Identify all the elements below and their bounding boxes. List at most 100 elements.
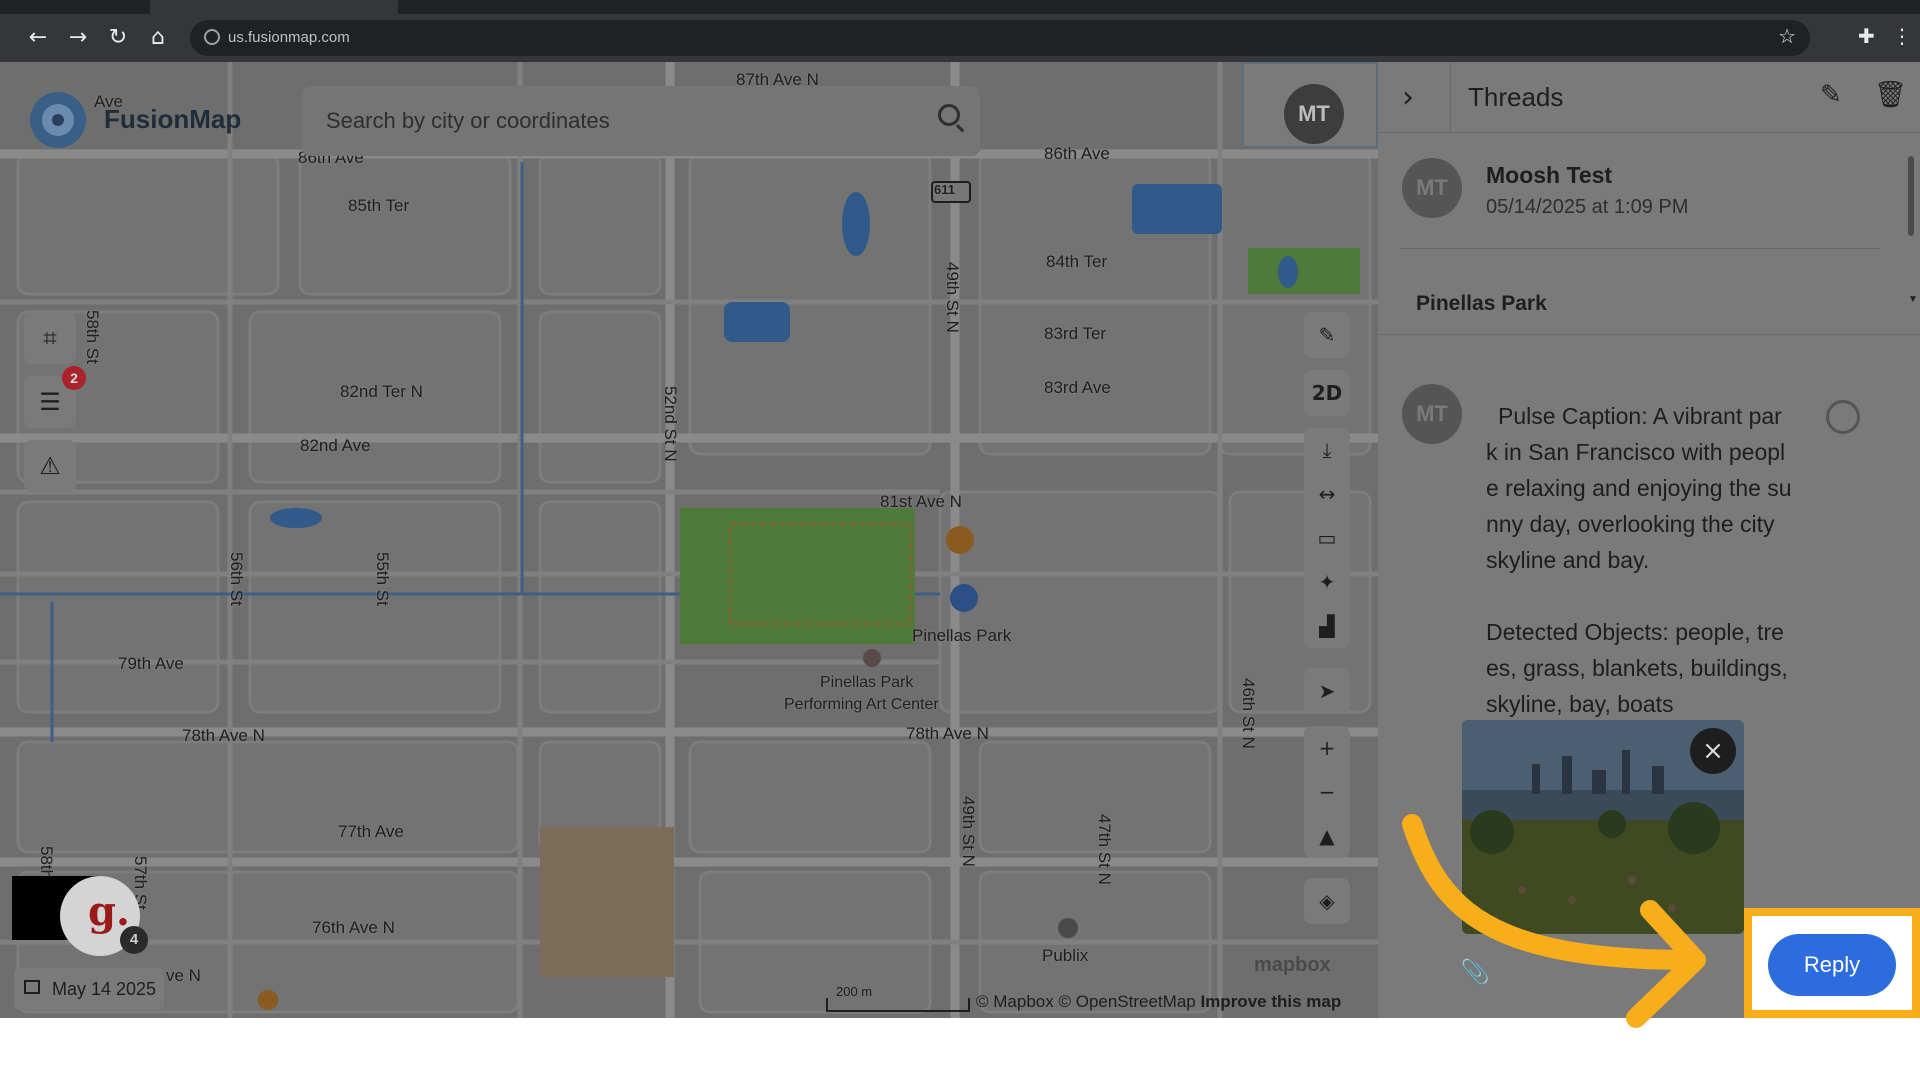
reply-button[interactable]: Reply	[1768, 934, 1896, 996]
browser-tab-strip	[0, 0, 1920, 14]
user-avatar[interactable]: MT	[1284, 84, 1344, 144]
g-glyph: g.	[88, 888, 130, 935]
back-icon[interactable]: ←	[24, 24, 52, 52]
street-label: 77th Ave	[338, 822, 404, 841]
street-label: 55th St	[373, 552, 392, 606]
panel-scrollbar[interactable]	[1908, 156, 1914, 236]
scroll-down-icon[interactable]: ▼	[1908, 294, 1918, 305]
street-label: ve N	[166, 966, 201, 985]
zoom-controls: + − ▲	[1304, 726, 1350, 858]
street-label: 82nd Ave	[300, 436, 371, 455]
layers-icon[interactable]: ◈	[1304, 878, 1350, 924]
scale-bar: 200 m	[826, 984, 970, 1012]
ai-draw-icon[interactable]: ✎	[1304, 312, 1350, 358]
search-icon[interactable]	[938, 104, 960, 126]
home-icon[interactable]: ⌂	[144, 24, 172, 52]
street-label: 58th St	[83, 310, 102, 364]
divider	[1400, 248, 1880, 249]
browser-tab[interactable]	[150, 0, 398, 14]
place-label[interactable]: Publix	[1042, 946, 1088, 966]
street-label: 83rd Ter	[1044, 324, 1107, 343]
scale-label: 200 m	[836, 984, 873, 999]
pulse-caption: Pulse Caption: A vibrant park in San Fra…	[1486, 403, 1792, 573]
scan-icon[interactable]: ⌗	[24, 312, 76, 364]
logo-icon	[30, 92, 86, 148]
place-label[interactable]: Performing Art Center	[784, 696, 939, 714]
street-label: 46th St N	[1239, 678, 1258, 749]
section-divider	[1378, 334, 1920, 335]
street-label: 78th Ave N	[906, 724, 989, 743]
address-bar[interactable]: us.fusionmap.com ☆	[190, 20, 1810, 56]
thread-timestamp: 05/14/2025 at 1:09 PM	[1486, 196, 1689, 218]
openai-icon	[1826, 400, 1860, 434]
street-label: 52nd St N	[661, 386, 680, 462]
street-label: 82nd Ter N	[340, 382, 423, 401]
fusionmap-logo[interactable]: FusionMap	[22, 84, 242, 154]
threads-header: › Threads ✎ 🗑	[1378, 62, 1920, 133]
thread-location: Pinellas Park	[1416, 292, 1547, 314]
street-label: 56th St	[227, 552, 246, 606]
grammarly-count-badge: 4	[120, 926, 148, 954]
trash-icon[interactable]: 🗑	[1874, 80, 1907, 110]
message-body: Pulse Caption: A vibrant park in San Fra…	[1486, 398, 1792, 722]
zoom-in-icon[interactable]: +	[1304, 726, 1350, 770]
street-label: 81st Ave N	[880, 492, 962, 511]
warning-icon[interactable]: ⚠	[24, 440, 76, 492]
street-label: 58th	[37, 846, 56, 880]
header-divider	[1450, 62, 1451, 132]
street-label: 78th Ave N	[182, 726, 265, 745]
map-base-layer	[0, 62, 1378, 1018]
menu-icon[interactable]: ⋮	[1892, 24, 1912, 48]
mapbox-logo[interactable]: mapbox	[1254, 954, 1331, 977]
message-avatar[interactable]: MT	[1402, 384, 1462, 444]
street-label: 49th St N	[943, 262, 962, 333]
star-icon[interactable]: ☆	[1778, 24, 1796, 48]
messages-count-badge: 2	[62, 366, 86, 390]
chart-icon[interactable]: ▟	[1304, 604, 1350, 648]
date-text: May 14 2025	[52, 979, 157, 999]
attribution-mapbox[interactable]: © Mapbox	[976, 992, 1054, 1011]
close-icon[interactable]: ×	[1690, 728, 1736, 774]
street-label: 49th St N	[959, 796, 978, 867]
street-label: 86th Ave	[1044, 144, 1110, 163]
edit-icon[interactable]: ✎	[1820, 80, 1842, 110]
place-label[interactable]: Pinellas Park	[912, 626, 1011, 646]
place-label[interactable]: Pinellas Park	[820, 674, 913, 692]
street-label: 83rd Ave	[1044, 378, 1111, 397]
measure-toolbar: ⤓ ↔ ▭ ✦ ▟	[1304, 428, 1350, 648]
site-info-icon[interactable]	[204, 29, 220, 45]
detected-objects: Detected Objects: people, trees, grass, …	[1486, 619, 1788, 717]
author-name: Moosh Test	[1486, 162, 1613, 188]
extensions-icon[interactable]: ✚	[1858, 24, 1875, 48]
panel-title: Threads	[1468, 82, 1564, 112]
search-bar[interactable]: Search by city or coordinates	[302, 86, 980, 156]
map-canvas[interactable]: 87th Ave N 86th Ave 85th Ter 84th Ter 83…	[0, 62, 1378, 1018]
street-label: 47th St N	[1095, 814, 1114, 885]
date-selector[interactable]: May 14 2025	[14, 968, 164, 1010]
map-attribution: © Mapbox © OpenStreetMap Improve this ma…	[976, 992, 1341, 1012]
street-label: 79th Ave	[118, 654, 184, 673]
street-label: 84th Ter	[1046, 252, 1108, 271]
navigate-icon[interactable]: ➤	[1304, 668, 1350, 714]
street-label: 76th Ave N	[312, 918, 395, 937]
ruler-icon[interactable]: ▭	[1304, 516, 1350, 560]
attribution-osm[interactable]: © OpenStreetMap	[1058, 992, 1195, 1011]
compass-icon[interactable]: ▲	[1304, 814, 1350, 858]
street-label: 85th Ter	[348, 196, 410, 215]
download-icon[interactable]: ⤓	[1304, 428, 1350, 472]
polygon-icon[interactable]: ✦	[1304, 560, 1350, 604]
tutorial-arrow	[1402, 814, 1706, 1028]
improve-map-link[interactable]: Improve this map	[1200, 992, 1341, 1011]
forward-icon[interactable]: →	[64, 24, 92, 52]
reload-icon[interactable]: ↻	[104, 24, 132, 52]
zoom-out-icon[interactable]: −	[1304, 770, 1350, 814]
author-avatar[interactable]: MT	[1402, 158, 1462, 218]
browser-toolbar: ← → ↻ ⌂ us.fusionmap.com ☆ ✚ ⋮	[0, 14, 1920, 62]
logo-text: FusionMap	[104, 104, 242, 134]
url-text: us.fusionmap.com	[228, 29, 350, 46]
2d-toggle-button[interactable]: 2D	[1304, 370, 1350, 416]
search-placeholder: Search by city or coordinates	[326, 108, 610, 133]
split-icon[interactable]: ↔	[1304, 472, 1350, 516]
chevron-right-icon[interactable]: ›	[1402, 80, 1414, 115]
route-shield-label: 611	[934, 182, 955, 197]
